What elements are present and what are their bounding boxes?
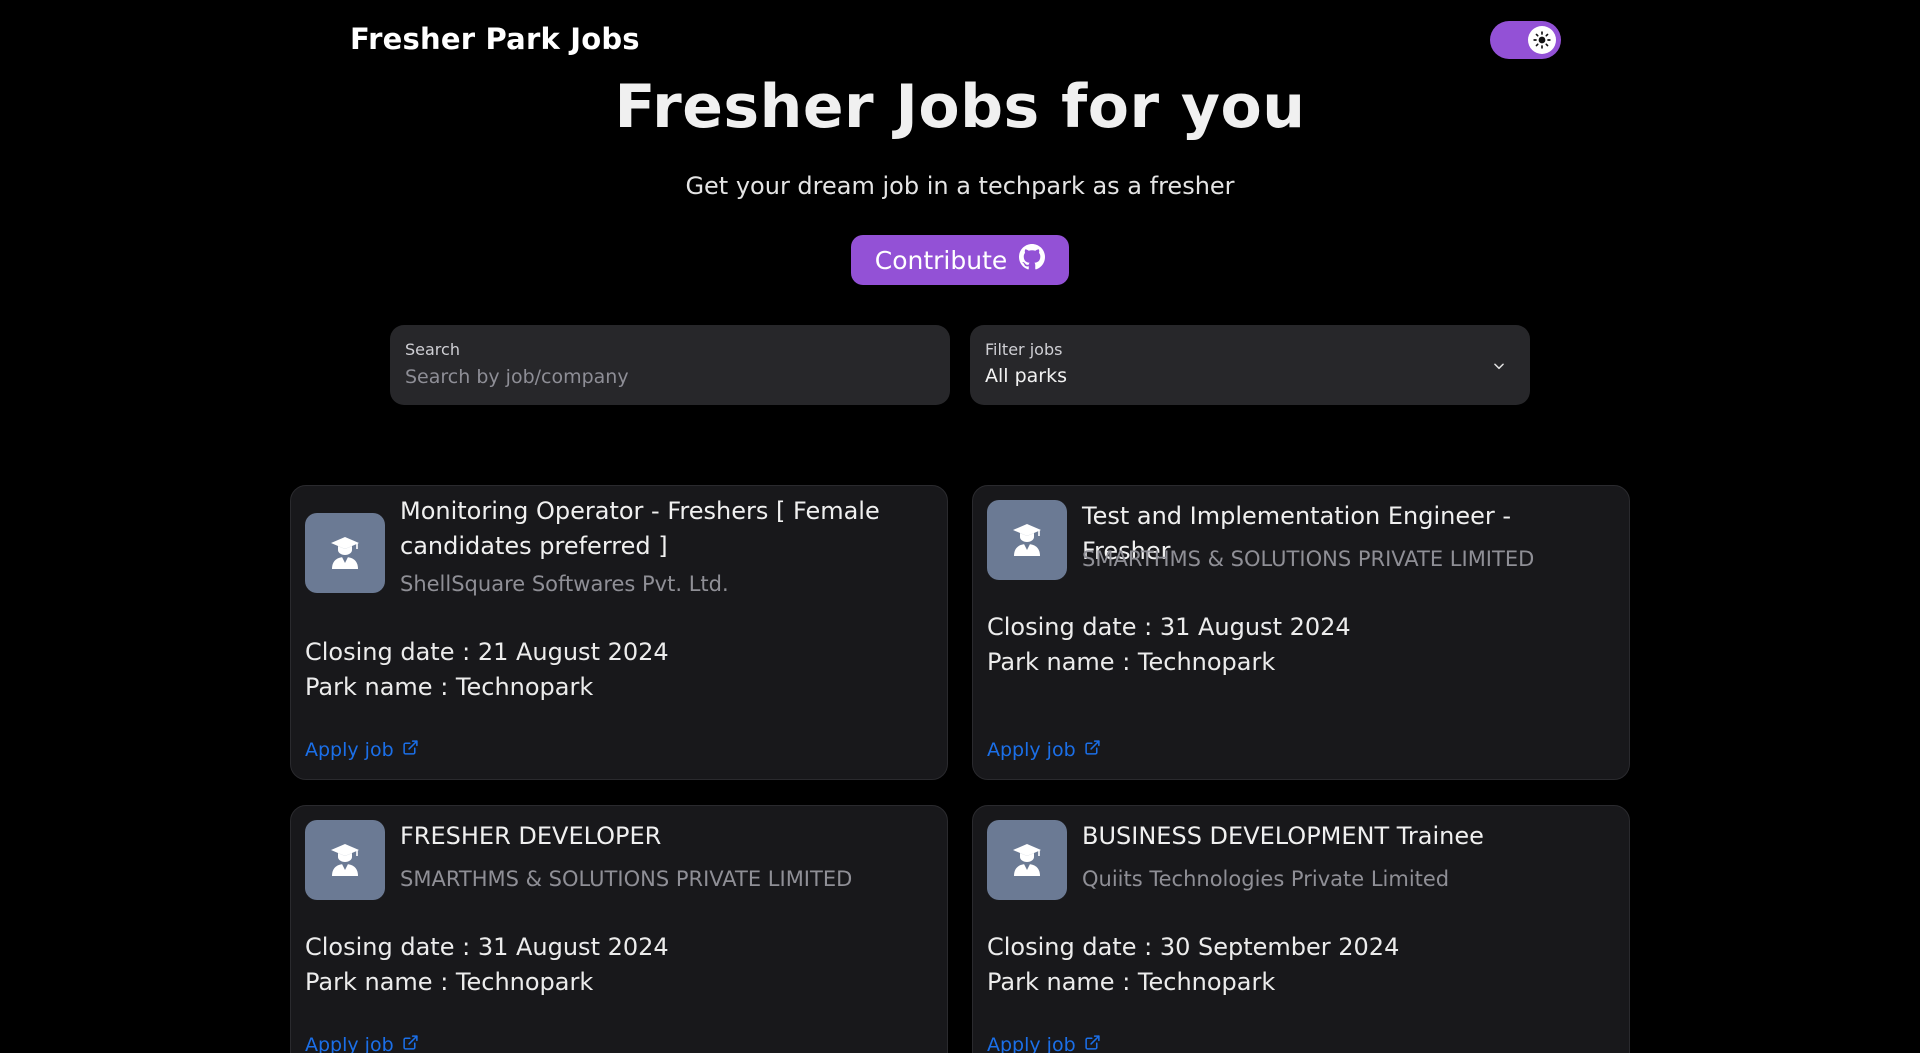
job-closing-date: Closing date : 31 August 2024 (305, 933, 669, 961)
external-link-icon (1084, 1034, 1101, 1053)
apply-job-link[interactable]: Apply job (305, 1034, 419, 1053)
job-company: SMARTHMS & SOLUTIONS PRIVATE LIMITED (1082, 547, 1535, 571)
apply-job-label: Apply job (987, 1034, 1076, 1053)
job-title: BUSINESS DEVELOPMENT Trainee (1082, 822, 1484, 850)
filter-label: Filter jobs (985, 340, 1063, 359)
contribute-label: Contribute (874, 245, 1008, 275)
apply-job-label: Apply job (987, 739, 1076, 761)
contribute-button[interactable]: Contribute (851, 235, 1069, 285)
graduate-icon (305, 513, 385, 593)
graduate-icon (987, 500, 1067, 580)
job-title: FRESHER DEVELOPER (400, 822, 662, 850)
apply-job-link[interactable]: Apply job (305, 739, 419, 761)
job-card: Monitoring Operator - Freshers [ Female … (290, 485, 948, 780)
brand-title[interactable]: Fresher Park Jobs (350, 22, 640, 56)
job-company: ShellSquare Softwares Pvt. Ltd. (400, 572, 729, 596)
job-company: Quiits Technologies Private Limited (1082, 867, 1450, 891)
job-closing-date: Closing date : 31 August 2024 (987, 613, 1351, 641)
job-card: Test and Implementation Engineer - Fresh… (972, 485, 1630, 780)
apply-job-link[interactable]: Apply job (987, 739, 1101, 761)
job-card: BUSINESS DEVELOPMENT Trainee Quiits Tech… (972, 805, 1630, 1053)
external-link-icon (402, 1034, 419, 1053)
job-card: FRESHER DEVELOPER SMARTHMS & SOLUTIONS P… (290, 805, 948, 1053)
page-subtitle: Get your dream job in a techpark as a fr… (685, 172, 1235, 200)
search-box[interactable]: Search (390, 325, 950, 405)
sun-icon (1528, 26, 1556, 54)
graduate-icon (987, 820, 1067, 900)
job-title: Monitoring Operator - Freshers [ Female … (400, 497, 880, 560)
apply-job-label: Apply job (305, 739, 394, 761)
external-link-icon (402, 739, 419, 761)
job-park-name: Park name : Technopark (305, 968, 594, 996)
job-park-name: Park name : Technopark (987, 648, 1276, 676)
page-title: Fresher Jobs for you (614, 72, 1306, 142)
job-company: SMARTHMS & SOLUTIONS PRIVATE LIMITED (400, 867, 853, 891)
theme-toggle[interactable] (1490, 21, 1561, 59)
graduate-icon (305, 820, 385, 900)
apply-job-link[interactable]: Apply job (987, 1034, 1101, 1053)
external-link-icon (1084, 739, 1101, 761)
filter-selected-value: All parks (985, 365, 1068, 387)
page: Fresher Park Jobs Fresher Jobs for you G… (0, 0, 1920, 1053)
apply-job-label: Apply job (305, 1034, 394, 1053)
filter-select[interactable]: Filter jobs All parks (970, 325, 1530, 405)
job-park-name: Park name : Technopark (305, 673, 594, 701)
github-icon (1019, 244, 1046, 276)
job-closing-date: Closing date : 21 August 2024 (305, 638, 669, 666)
search-label: Search (405, 340, 460, 359)
search-input[interactable] (405, 363, 925, 391)
chevron-down-icon (1492, 358, 1506, 377)
job-park-name: Park name : Technopark (987, 968, 1276, 996)
job-closing-date: Closing date : 30 September 2024 (987, 933, 1400, 961)
